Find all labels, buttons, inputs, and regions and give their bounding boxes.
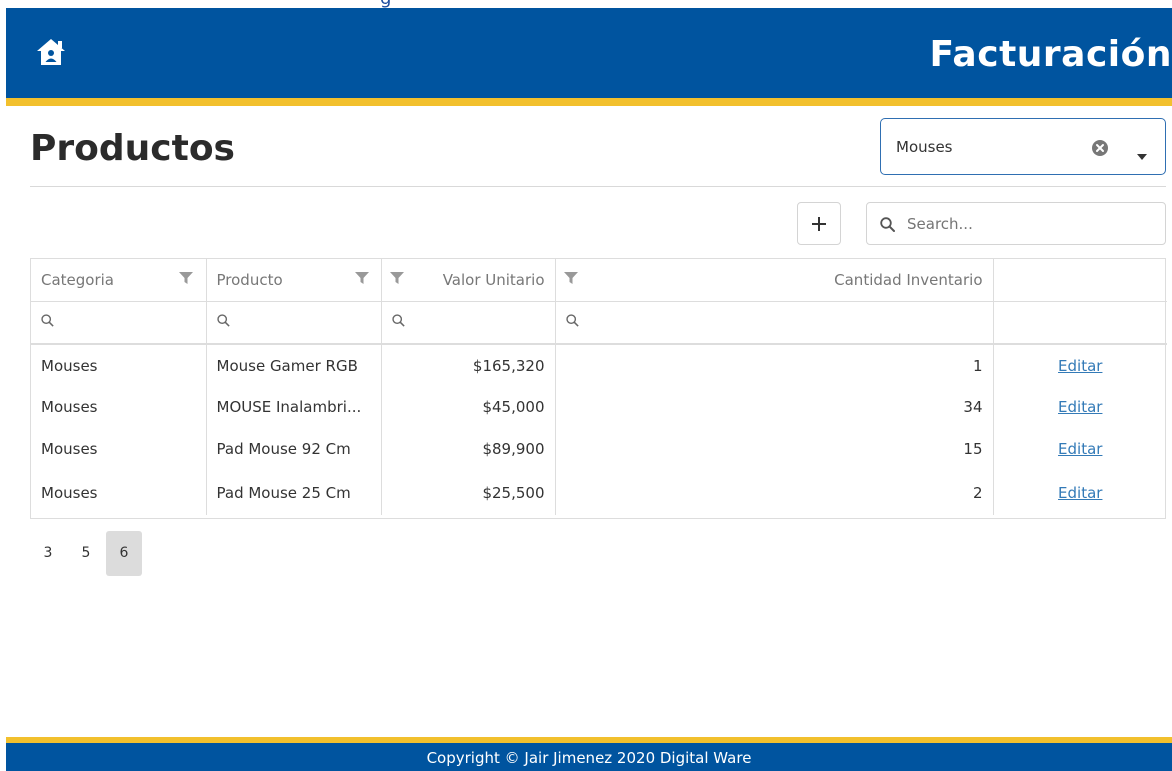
cell-categoria: Mouses: [31, 470, 207, 515]
column-header-label: Producto: [216, 270, 283, 289]
page-button-6-active[interactable]: 6: [106, 531, 142, 576]
column-header-label: Categoria: [41, 270, 115, 289]
cell-actions: Editar: [993, 344, 1167, 386]
column-header-valor-unitario[interactable]: Valor Unitario: [381, 259, 556, 302]
edit-link[interactable]: Editar: [1058, 484, 1102, 502]
clear-icon[interactable]: [1091, 139, 1109, 157]
footer-copyright: Copyright © Jair Jimenez 2020 Digital Wa…: [426, 749, 752, 767]
table-header-row: Categoria Producto Valor Unitario Cantid…: [31, 259, 1167, 302]
top-banner-strip: g: [0, 0, 1172, 8]
cell-valor-unitario: $89,900: [381, 428, 556, 470]
add-product-button[interactable]: [797, 202, 841, 245]
plus-icon: [812, 216, 826, 231]
search-icon: [391, 314, 405, 327]
column-header-actions: [993, 259, 1167, 302]
app-header: Facturación: [6, 8, 1172, 106]
category-select-value: Mouses: [896, 138, 953, 156]
products-table: Categoria Producto Valor Unitario Cantid…: [30, 258, 1167, 519]
category-select[interactable]: Mouses: [880, 118, 1166, 175]
chevron-down-icon[interactable]: [1137, 145, 1147, 160]
table-row: Mouses MOUSE Inalambri... $45,000 34 Edi…: [31, 386, 1167, 428]
home-icon[interactable]: [36, 38, 66, 66]
cell-valor-unitario: $45,000: [381, 386, 556, 428]
cell-cantidad-inventario: 34: [555, 386, 994, 428]
filter-icon[interactable]: [563, 271, 578, 285]
search-box[interactable]: [866, 202, 1166, 245]
table-row: Mouses Mouse Gamer RGB $165,320 1 Editar: [31, 344, 1167, 386]
column-header-producto[interactable]: Producto: [206, 259, 382, 302]
cell-cantidad-inventario: 1: [555, 344, 994, 386]
page-title: Productos: [30, 128, 235, 169]
filter-icon[interactable]: [354, 271, 369, 285]
column-header-categoria[interactable]: Categoria: [31, 259, 207, 302]
filter-cell-cantidad[interactable]: [555, 301, 994, 345]
cell-cantidad-inventario: 2: [555, 470, 994, 515]
cell-cantidad-inventario: 15: [555, 428, 994, 470]
cell-categoria: Mouses: [31, 428, 207, 470]
cell-valor-unitario: $25,500: [381, 470, 556, 515]
cell-producto: Pad Mouse 92 Cm: [206, 428, 382, 470]
cell-actions: Editar: [993, 470, 1167, 515]
edit-link[interactable]: Editar: [1058, 440, 1102, 458]
edit-link[interactable]: Editar: [1058, 398, 1102, 416]
brand-title: Facturación: [929, 34, 1172, 75]
search-icon: [216, 314, 230, 327]
cell-categoria: Mouses: [31, 386, 207, 428]
table-row: Mouses Pad Mouse 92 Cm $89,900 15 Editar: [31, 428, 1167, 470]
cell-producto: Pad Mouse 25 Cm: [206, 470, 382, 515]
column-header-label: Valor Unitario: [442, 270, 545, 289]
cell-producto: Mouse Gamer RGB: [206, 344, 382, 386]
page-button-3[interactable]: 3: [30, 531, 66, 576]
cell-categoria: Mouses: [31, 344, 207, 386]
search-icon: [880, 217, 895, 236]
page-button-5[interactable]: 5: [68, 531, 104, 576]
filter-cell-producto[interactable]: [206, 301, 382, 345]
search-icon: [565, 314, 579, 327]
filter-row: [31, 301, 1167, 345]
top-strip-text: g: [380, 0, 391, 8]
pagination: 3 5 6: [30, 531, 144, 576]
filter-icon[interactable]: [179, 271, 193, 285]
cell-valor-unitario: $165,320: [381, 344, 556, 386]
edit-link[interactable]: Editar: [1058, 357, 1102, 375]
cell-producto: MOUSE Inalambri...: [206, 386, 382, 428]
table-row: Mouses Pad Mouse 25 Cm $25,500 2 Editar: [31, 470, 1167, 515]
search-icon: [41, 314, 54, 327]
column-header-label: Cantidad Inventario: [834, 270, 983, 289]
app-footer: Copyright © Jair Jimenez 2020 Digital Wa…: [6, 737, 1172, 771]
filter-cell-actions: [993, 301, 1167, 345]
filter-icon[interactable]: [389, 271, 404, 285]
filter-cell-categoria[interactable]: [31, 301, 207, 345]
search-input[interactable]: [905, 211, 1155, 237]
filter-cell-valor[interactable]: [381, 301, 556, 345]
cell-actions: Editar: [993, 386, 1167, 428]
cell-actions: Editar: [993, 428, 1167, 470]
column-header-cantidad-inventario[interactable]: Cantidad Inventario: [555, 259, 994, 302]
title-divider: [30, 186, 1166, 187]
